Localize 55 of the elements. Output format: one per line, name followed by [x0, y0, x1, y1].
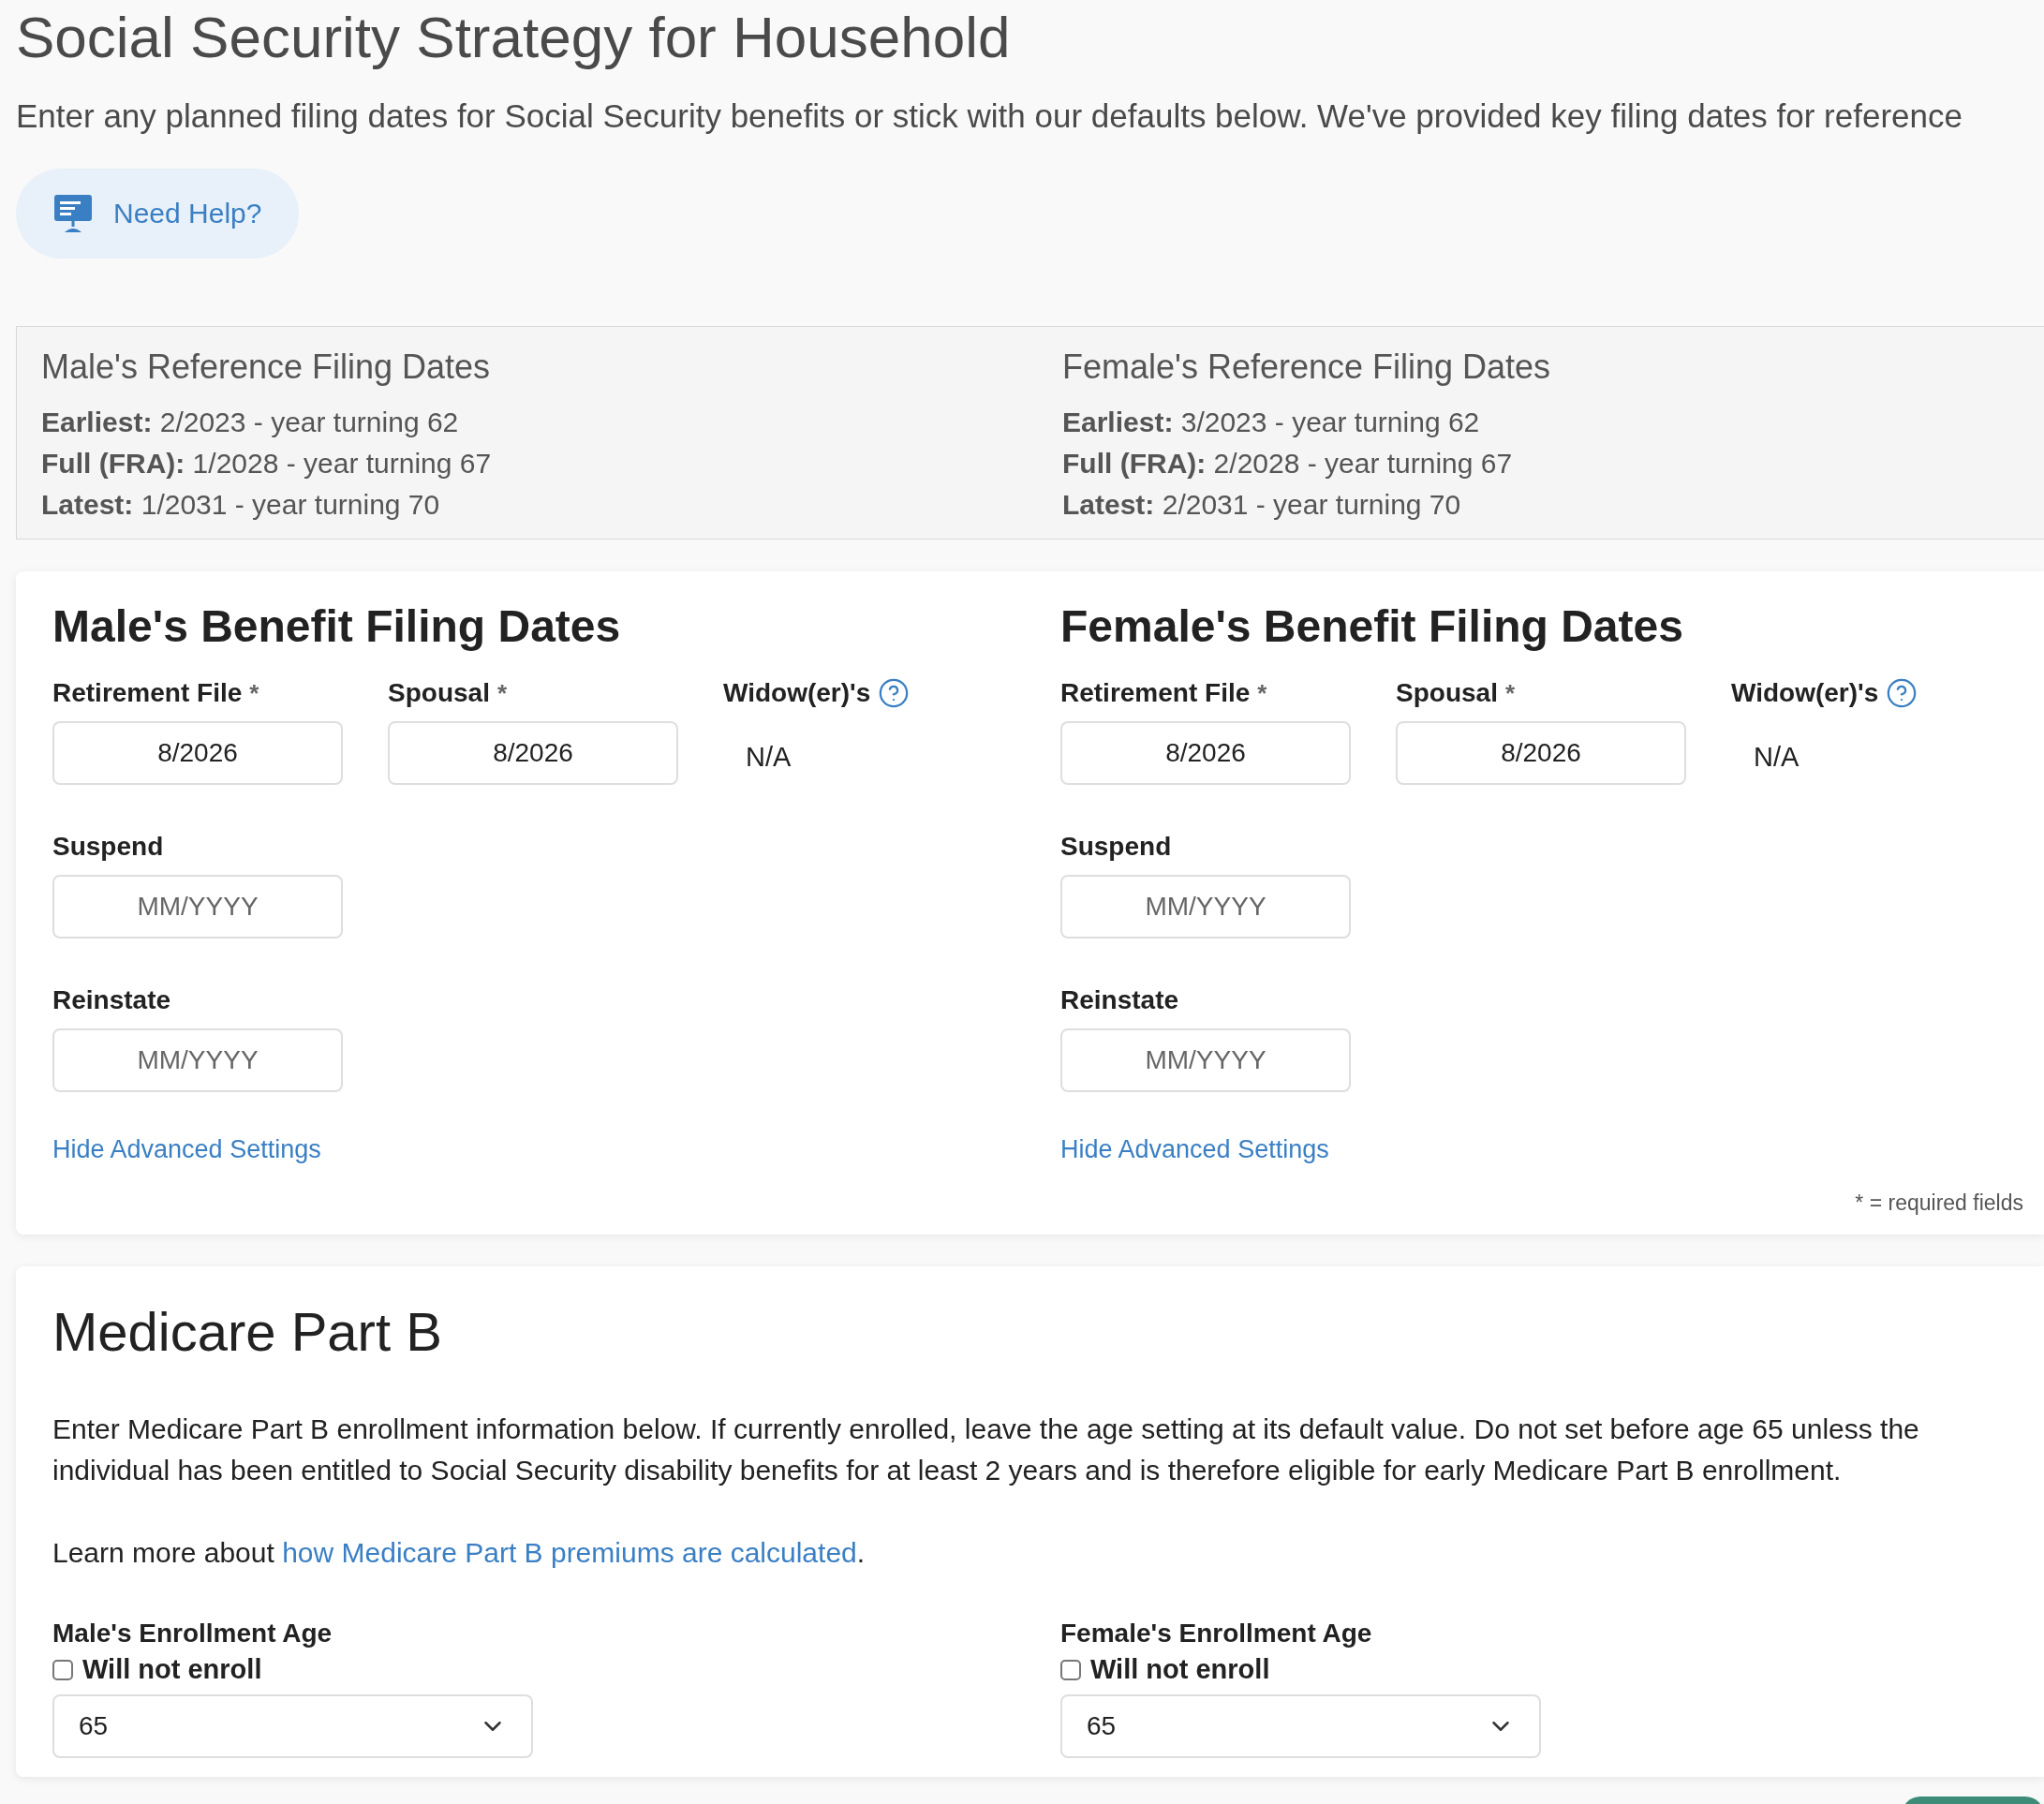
date-input-field[interactable]: MM/YYYY — [52, 1028, 343, 1092]
date-input-field[interactable]: 8/2026 — [388, 721, 678, 785]
required-fields-note: * = required fields — [1854, 1190, 2024, 1216]
page-subtitle: Enter any planned filing dates for Social Security benefits or stick with our defaults below. We've provided key filing dates for reference — [16, 96, 1963, 136]
page-title: Social Security Strategy for Household — [16, 4, 1012, 71]
date-input-field[interactable]: MM/YYYY — [1060, 875, 1351, 939]
checkbox[interactable] — [1060, 1659, 1081, 1680]
section-heading: Medicare Part B — [52, 1300, 443, 1364]
section-heading: Female's Benefit Filing Dates — [1060, 600, 1684, 653]
reference-date-line: Full (FRA): 2/2028 - year turning 67 — [1062, 447, 1514, 481]
field-label: Spousal — [1396, 677, 1498, 709]
required-mark: * — [1257, 678, 1267, 709]
field-label: Suspend — [1060, 831, 1172, 863]
field-label: Widow(er)'s — [1731, 677, 1879, 709]
date-input-field[interactable]: 8/2026 — [1396, 721, 1686, 785]
field-label: Widow(er)'s — [723, 677, 871, 709]
field-value: N/A — [1753, 741, 1800, 774]
field-label: Retirement File — [1060, 677, 1251, 709]
reference-title: Male's Reference Filing Dates — [41, 347, 492, 388]
field-label: Spousal — [388, 677, 490, 709]
checkbox[interactable] — [52, 1659, 73, 1680]
checkbox-label: Will not enroll — [1090, 1654, 1270, 1685]
learn-more-text: Learn more about how Medicare Part B premiums are calculated. — [52, 1536, 866, 1570]
medicare-description: Enter Medicare Part B enrollment information below. If currently enrolled, leave the age setting at its default value. Do not set before age 65 unless the individual has been entitled to Social Security disability benefits for at least 2 years and is therefore eligible for early Medicare Part B enrollment. — [52, 1412, 1920, 1487]
need-help-button[interactable]: Need Help? — [16, 169, 300, 259]
field-label: Suspend — [52, 831, 164, 863]
reference-date-line: Latest: 2/2031 - year turning 70 — [1062, 488, 1462, 522]
field-label: Reinstate — [52, 984, 171, 1016]
required-mark: * — [1504, 678, 1516, 709]
reference-date-line: Earliest: 2/2023 - year turning 62 — [41, 406, 460, 439]
help-icon[interactable] — [1886, 677, 1918, 709]
date-input-field[interactable]: 8/2026 — [1060, 721, 1351, 785]
field-label: Female's Enrollment Age — [1060, 1618, 1372, 1649]
required-mark: * — [249, 678, 259, 709]
date-input-field[interactable]: MM/YYYY — [1060, 1028, 1351, 1092]
required-mark: * — [496, 678, 508, 709]
field-value: N/A — [745, 741, 792, 774]
hide-advanced-settings-link[interactable]: Hide Advanced Settings — [1060, 1135, 1329, 1164]
reference-title: Female's Reference Filing Dates — [1062, 347, 1552, 388]
section-heading: Male's Benefit Filing Dates — [52, 600, 622, 653]
date-input-field[interactable]: MM/YYYY — [52, 875, 343, 939]
field-label: Male's Enrollment Age — [52, 1618, 333, 1649]
checkbox-label: Will not enroll — [82, 1654, 262, 1685]
field-label: Reinstate — [1060, 984, 1179, 1016]
field-label: Retirement File — [52, 677, 243, 709]
hide-advanced-settings-link[interactable]: Hide Advanced Settings — [52, 1135, 321, 1164]
reference-date-line: Latest: 1/2031 - year turning 70 — [41, 488, 441, 522]
presentation-screen-icon — [53, 194, 93, 233]
reference-date-line: Earliest: 3/2023 - year turning 62 — [1062, 406, 1481, 439]
age-select[interactable]: 65 — [1060, 1694, 1541, 1758]
date-input-field[interactable]: 8/2026 — [52, 721, 343, 785]
help-icon[interactable] — [878, 677, 911, 709]
reference-date-line: Full (FRA): 1/2028 - year turning 67 — [41, 447, 493, 481]
age-select[interactable]: 65 — [52, 1694, 533, 1758]
premiums-link[interactable]: how Medicare Part B premiums are calculated — [282, 1537, 857, 1568]
